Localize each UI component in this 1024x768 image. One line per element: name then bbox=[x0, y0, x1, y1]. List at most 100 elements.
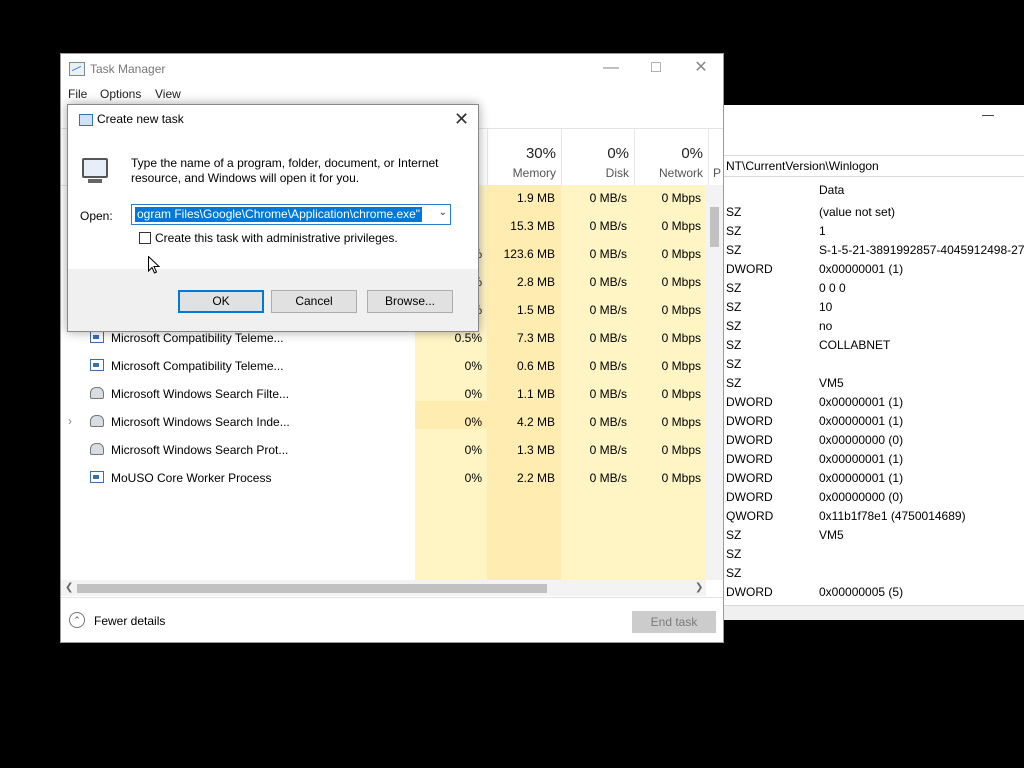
disk-label: Disk bbox=[605, 166, 629, 180]
network-label: Network bbox=[658, 166, 703, 180]
admin-privileges-label[interactable]: Create this task with administrative pri… bbox=[155, 231, 398, 245]
disk-value: 0 MB/s bbox=[589, 247, 627, 261]
disk-value: 0 MB/s bbox=[589, 219, 627, 233]
value-data: no bbox=[819, 319, 833, 333]
scrollbar-thumb[interactable] bbox=[710, 207, 719, 247]
registry-value-row[interactable]: DWORD 0x00000001 (1) bbox=[724, 468, 1024, 487]
table-row[interactable]: MoUSO Core Worker Process 0% 2.2 MB 0 MB/s 0… bbox=[61, 464, 706, 492]
value-type: SZ bbox=[726, 205, 742, 219]
registry-value-row[interactable]: DWORD 0x00000001 (1) bbox=[724, 449, 1024, 468]
scroll-left-icon[interactable]: ❮ bbox=[65, 582, 73, 593]
process-name: Microsoft Compatibility Teleme... bbox=[111, 331, 284, 345]
value-type: SZ bbox=[726, 319, 742, 333]
title-bar[interactable]: Task Manager — □ ✕ bbox=[61, 54, 723, 84]
registry-value-row[interactable]: SZ (value not set) bbox=[724, 202, 1024, 221]
chevron-up-icon[interactable]: ⌃ bbox=[69, 612, 85, 628]
footer: ⌃ Fewer details End task bbox=[61, 597, 723, 642]
value-data: VM5 bbox=[819, 376, 844, 390]
close-icon[interactable]: ✕ bbox=[454, 109, 469, 130]
value-data: 0x00000005 (5) bbox=[819, 585, 904, 599]
disk-value: 0 MB/s bbox=[589, 303, 627, 317]
registry-value-row[interactable]: SZ no bbox=[724, 316, 1024, 335]
registry-value-row[interactable]: DWORD 0x00000005 (5) bbox=[724, 582, 1024, 601]
column-header-power[interactable]: P bbox=[708, 129, 723, 185]
scroll-right-icon[interactable]: ❯ bbox=[695, 582, 703, 593]
value-type: SZ bbox=[726, 224, 742, 238]
value-data: COLLABNET bbox=[819, 338, 891, 352]
network-percent: 0% bbox=[681, 145, 703, 162]
value-type: SZ bbox=[726, 566, 742, 580]
network-value: 0 Mbps bbox=[661, 387, 701, 401]
column-header-memory[interactable]: 30% Memory bbox=[487, 129, 562, 185]
registry-value-row[interactable]: SZ bbox=[724, 563, 1024, 582]
memory-value: 1.1 MB bbox=[516, 387, 555, 401]
table-row[interactable]: Microsoft Compatibility Teleme... 0% 0.6 M… bbox=[61, 352, 706, 380]
window-icon bbox=[90, 331, 104, 343]
registry-value-row[interactable]: SZ bbox=[724, 544, 1024, 563]
value-type: SZ bbox=[726, 338, 742, 352]
end-task-button[interactable]: End task bbox=[632, 611, 716, 633]
scrollbar-thumb[interactable] bbox=[77, 584, 547, 593]
admin-privileges-checkbox[interactable] bbox=[139, 232, 151, 244]
registry-address-bar[interactable]: NT\CurrentVersion\Winlogon bbox=[724, 155, 1024, 177]
fewer-details-link[interactable]: Fewer details bbox=[94, 614, 165, 628]
registry-value-row[interactable]: SZ 1 bbox=[724, 221, 1024, 240]
browse-button[interactable]: Browse... bbox=[367, 290, 453, 313]
chevron-right-icon[interactable]: › bbox=[68, 414, 72, 428]
disk-value: 0 MB/s bbox=[589, 275, 627, 289]
menu-options[interactable]: Options bbox=[100, 87, 141, 101]
memory-value: 1.5 MB bbox=[516, 303, 555, 317]
registry-value-row[interactable]: SZ 0 0 0 bbox=[724, 278, 1024, 297]
registry-value-row[interactable]: SZ S-1-5-21-3891992857-4045912498-2794 bbox=[724, 240, 1024, 259]
registry-value-row[interactable]: DWORD 0x00000000 (0) bbox=[724, 487, 1024, 506]
disk-value: 0 MB/s bbox=[589, 415, 627, 429]
cpu-value: 0% bbox=[464, 387, 482, 401]
menu-file[interactable]: File bbox=[68, 87, 87, 101]
status-bar bbox=[724, 605, 1024, 620]
registry-value-row[interactable]: SZ VM5 bbox=[724, 373, 1024, 392]
value-data: 10 bbox=[819, 300, 833, 314]
cancel-button[interactable]: Cancel bbox=[271, 290, 357, 313]
chevron-down-icon[interactable]: ⌄ bbox=[439, 207, 447, 218]
registry-value-row[interactable]: SZ bbox=[724, 354, 1024, 373]
memory-percent: 30% bbox=[525, 145, 556, 162]
registry-value-row[interactable]: DWORD 0x00000000 (0) bbox=[724, 430, 1024, 449]
open-input-selected-text[interactable]: ogram Files\Google\Chrome\Application\ch… bbox=[135, 207, 423, 222]
value-data: 0x00000000 (0) bbox=[819, 433, 904, 447]
table-row[interactable]: Microsoft Windows Search Filte... 0% 1.1 M… bbox=[61, 380, 706, 408]
table-row[interactable]: Microsoft Windows Search Prot... 0% 1.3 MB… bbox=[61, 436, 706, 464]
horizontal-scrollbar[interactable]: ❮ ❯ bbox=[61, 580, 706, 596]
open-combobox[interactable]: ogram Files\Google\Chrome\Application\ch… bbox=[131, 204, 451, 225]
menu-view[interactable]: View bbox=[155, 87, 181, 101]
value-data: 0x00000001 (1) bbox=[819, 414, 904, 428]
value-type: DWORD bbox=[726, 262, 773, 276]
registry-value-row[interactable]: SZ VM5 bbox=[724, 525, 1024, 544]
registry-value-row[interactable]: SZ 10 bbox=[724, 297, 1024, 316]
column-header-data[interactable]: Data bbox=[819, 183, 844, 197]
value-data: 0x00000001 (1) bbox=[819, 452, 904, 466]
column-header-network[interactable]: 0% Network bbox=[634, 129, 709, 185]
user-icon bbox=[90, 443, 104, 455]
registry-value-row[interactable]: DWORD 0x00000001 (1) bbox=[724, 392, 1024, 411]
maximize-icon[interactable]: □ bbox=[646, 58, 666, 78]
value-data: 0x00000001 (1) bbox=[819, 471, 904, 485]
minimize-icon[interactable]: — bbox=[601, 58, 621, 78]
registry-value-row[interactable]: DWORD 0x00000001 (1) bbox=[724, 411, 1024, 430]
column-header-disk[interactable]: 0% Disk bbox=[561, 129, 635, 185]
close-icon[interactable]: ✕ bbox=[691, 58, 711, 78]
disk-value: 0 MB/s bbox=[589, 331, 627, 345]
value-type: DWORD bbox=[726, 414, 773, 428]
value-type: DWORD bbox=[726, 433, 773, 447]
table-row[interactable]: › Microsoft Windows Search Inde... 0% 4.2 M… bbox=[61, 408, 706, 436]
value-type: SZ bbox=[726, 357, 742, 371]
registry-value-row[interactable]: DWORD 0x00000001 (1) bbox=[724, 259, 1024, 278]
registry-value-row[interactable]: QWORD 0x11b1f78e1 (4750014689) bbox=[724, 506, 1024, 525]
registry-value-row[interactable]: SZ COLLABNET bbox=[724, 335, 1024, 354]
ok-button[interactable]: OK bbox=[178, 290, 264, 313]
cpu-value: 0% bbox=[464, 443, 482, 457]
minimize-icon[interactable] bbox=[982, 115, 994, 116]
network-value: 0 Mbps bbox=[661, 247, 701, 261]
vertical-scrollbar[interactable]: ⌄ bbox=[706, 185, 723, 628]
program-icon bbox=[80, 155, 112, 185]
registry-editor-window: NT\CurrentVersion\Winlogon Data SZ (value… bbox=[724, 105, 1024, 620]
